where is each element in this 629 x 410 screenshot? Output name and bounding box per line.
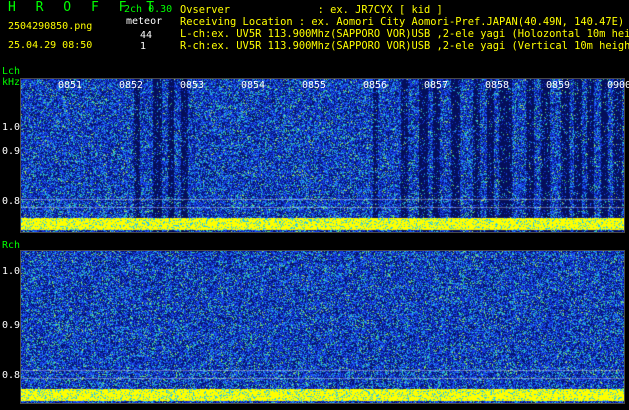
lch-time-tick: 0900 [607, 80, 629, 91]
lch-time-tick: 0853 [180, 80, 205, 91]
lch-time-tick: 0859 [546, 80, 571, 91]
rch-info-line: R-ch:ex. UV5R 113.900Mhz(SAPPORO VOR)USB… [180, 40, 629, 52]
meteor-count-rch: 1 [140, 41, 147, 52]
lch-time-tick: 0852 [119, 80, 144, 91]
datetime: 25.04.29 08:50 [8, 40, 93, 51]
rch-ytick: 0.9 [2, 320, 21, 331]
mode-label: 2ch 0.30 [124, 4, 173, 15]
rch-ytick: 0.8 [2, 370, 21, 381]
rch-spectrogram [21, 251, 624, 403]
observer-line: Ovserver : ex. JR7CYX [ kid ] [180, 4, 443, 16]
lch-label: Lch [2, 66, 21, 77]
lch-waterfall [20, 78, 625, 233]
rch-ytick: 1.0 [2, 266, 21, 277]
lch-ytick: 0.9 [2, 146, 21, 157]
lch-time-tick: 0856 [363, 80, 388, 91]
lch-time-tick: 0855 [302, 80, 327, 91]
meteor-label: meteor [126, 16, 163, 27]
location-line: Receiving Location : ex. Aomori City Aom… [180, 16, 625, 28]
lch-info-line: L-ch:ex. UV5R 113.900Mhz(SAPPORO VOR)USB… [180, 28, 629, 40]
rch-label: Rch [2, 240, 21, 251]
lch-time-tick: 0851 [58, 80, 83, 91]
lch-time-tick: 0857 [424, 80, 449, 91]
rch-waterfall [20, 250, 625, 404]
lch-unit-label: kHz [2, 77, 21, 88]
lch-time-tick: 0854 [241, 80, 266, 91]
lch-ytick: 0.8 [2, 196, 21, 207]
filename: 2504290850.png [8, 21, 93, 32]
lch-ytick: 1.0 [2, 122, 21, 133]
lch-time-tick: 0858 [485, 80, 510, 91]
lch-spectrogram [21, 79, 624, 232]
